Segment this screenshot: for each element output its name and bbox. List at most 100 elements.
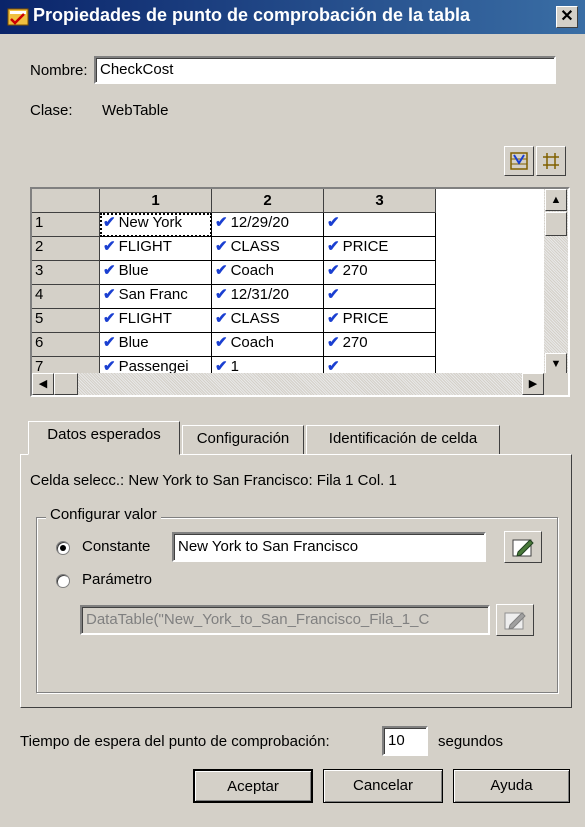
checkmark-icon[interactable]: ✔ — [103, 286, 116, 303]
table-cell[interactable]: ✔ — [324, 213, 436, 237]
close-button[interactable]: ✕ — [556, 6, 578, 28]
tab-datos-esperados[interactable]: Datos esperados — [28, 421, 180, 455]
checkmark-icon[interactable]: ✔ — [327, 286, 340, 303]
cell-value: 12/31/20 — [230, 286, 289, 303]
corner-header — [32, 189, 100, 213]
group-title: Configurar valor — [46, 506, 161, 523]
constante-radio[interactable] — [56, 541, 70, 555]
table-cell[interactable]: ✔ New York — [100, 213, 212, 237]
checkmark-icon[interactable]: ✔ — [327, 334, 340, 351]
scroll-down-button[interactable]: ▼ — [545, 353, 567, 375]
scroll-thumb-horizontal[interactable] — [54, 373, 78, 395]
constante-input[interactable]: New York to San Francisco — [172, 532, 486, 562]
clase-label: Clase: — [30, 102, 73, 119]
scroll-corner — [544, 373, 568, 395]
table-grid[interactable]: 1 2 3 1 ✔ New York ✔ 12/29/20 ✔ 2 ✔ FLIGHT ✔ CLASS… — [30, 187, 570, 397]
timeout-unit: segundos — [438, 733, 504, 750]
cell-value: FLIGHT — [118, 310, 172, 327]
column-header[interactable]: 2 — [212, 189, 324, 213]
cell-value: 12/29/20 — [230, 214, 289, 231]
nombre-label: Nombre: — [30, 62, 88, 79]
checkmark-icon[interactable]: ✔ — [103, 214, 116, 231]
cell-value: PRICE — [342, 310, 389, 327]
cell-value: CLASS — [230, 310, 280, 327]
cell-value: San Franc — [118, 286, 188, 303]
checkmark-icon[interactable]: ✔ — [215, 334, 228, 351]
timeout-label: Tiempo de espera del punto de comprobaci… — [20, 733, 330, 750]
checkmark-icon[interactable]: ✔ — [327, 238, 340, 255]
parametro-input: DataTable("New_York_to_San_Francisco_Fil… — [80, 605, 490, 635]
cell-value: Blue — [118, 334, 149, 351]
tab-identificacion-de-celda[interactable]: Identificación de celda — [306, 425, 500, 455]
column-header[interactable]: 1 — [100, 189, 212, 213]
table-cell[interactable]: ✔ Coach — [212, 261, 324, 285]
table-cell[interactable]: ✔ Blue — [100, 261, 212, 285]
checkmark-icon[interactable]: ✔ — [215, 310, 228, 327]
table-cell[interactable]: ✔ FLIGHT — [100, 309, 212, 333]
grid-button[interactable] — [536, 146, 566, 176]
parametro-radio[interactable] — [56, 574, 70, 588]
row-header[interactable]: 5 — [32, 309, 100, 333]
table-cell[interactable]: ✔ 270 — [324, 333, 436, 357]
cancelar-button[interactable]: Cancelar — [323, 769, 443, 803]
checkmark-icon[interactable]: ✔ — [103, 334, 116, 351]
table-cell[interactable]: ✔ San Franc — [100, 285, 212, 309]
table-cell[interactable]: ✔ Coach — [212, 333, 324, 357]
horizontal-scrollbar[interactable]: ◀ ▶ — [32, 373, 544, 395]
checkmark-icon[interactable]: ✔ — [103, 262, 116, 279]
checkmark-icon[interactable]: ✔ — [327, 214, 340, 231]
checkpoint-properties-icon — [7, 8, 29, 26]
nombre-input[interactable]: CheckCost — [94, 56, 556, 84]
tab-configuracion[interactable]: Configuración — [182, 425, 304, 455]
timeout-input[interactable]: 10 — [382, 726, 428, 756]
checkmark-icon[interactable]: ✔ — [327, 310, 340, 327]
cell-value: CLASS — [230, 238, 280, 255]
checkmark-icon[interactable]: ✔ — [327, 262, 340, 279]
table-cell[interactable]: ✔ CLASS — [212, 237, 324, 261]
cell-value: 270 — [342, 334, 368, 351]
parametro-label[interactable]: Parámetro — [82, 571, 152, 588]
table-cell[interactable]: ✔ 12/29/20 — [212, 213, 324, 237]
row-header[interactable]: 1 — [32, 213, 100, 237]
cell-value: PRICE — [342, 238, 389, 255]
table-cell[interactable]: ✔ 270 — [324, 261, 436, 285]
scroll-left-button[interactable]: ◀ — [32, 373, 54, 395]
cell-value: Coach — [230, 262, 274, 279]
row-header[interactable]: 6 — [32, 333, 100, 357]
table-cell[interactable]: ✔ FLIGHT — [100, 237, 212, 261]
constante-edit-button[interactable] — [504, 531, 542, 563]
table-cell[interactable]: ✔ PRICE — [324, 237, 436, 261]
edit-parameter-icon — [504, 612, 526, 630]
checkmark-icon[interactable]: ✔ — [215, 286, 228, 303]
cell-value: Blue — [118, 262, 149, 279]
aceptar-button[interactable]: Aceptar — [193, 769, 313, 803]
table-cell[interactable]: ✔ Blue — [100, 333, 212, 357]
cell-value: Coach — [230, 334, 274, 351]
table-cell[interactable]: ✔ PRICE — [324, 309, 436, 333]
row-header[interactable]: 2 — [32, 237, 100, 261]
checkmark-icon[interactable]: ✔ — [215, 262, 228, 279]
cell-value: FLIGHT — [118, 238, 172, 255]
table-cell[interactable]: ✔ 12/31/20 — [212, 285, 324, 309]
constante-label[interactable]: Constante — [82, 538, 150, 555]
grid-icon — [543, 153, 559, 169]
row-header[interactable]: 3 — [32, 261, 100, 285]
window-title: Propiedades de punto de comprobación de … — [33, 5, 471, 25]
scroll-right-button[interactable]: ▶ — [522, 373, 544, 395]
select-all-checks-button[interactable] — [504, 146, 534, 176]
checkmark-icon[interactable]: ✔ — [103, 238, 116, 255]
clase-value: WebTable — [102, 102, 169, 119]
selected-cell-text: Celda selecc.: New York to San Francisco… — [30, 472, 397, 489]
scroll-up-button[interactable]: ▲ — [545, 189, 567, 211]
ayuda-button[interactable]: Ayuda — [453, 769, 570, 803]
radio-selected-dot — [60, 545, 66, 551]
table-cell[interactable]: ✔ — [324, 285, 436, 309]
vertical-scrollbar[interactable]: ▲ ▼ — [544, 189, 568, 375]
row-header[interactable]: 4 — [32, 285, 100, 309]
table-cell[interactable]: ✔ CLASS — [212, 309, 324, 333]
checkmark-icon[interactable]: ✔ — [215, 238, 228, 255]
scroll-thumb[interactable] — [545, 212, 567, 236]
checkmark-icon[interactable]: ✔ — [215, 214, 228, 231]
checkmark-icon[interactable]: ✔ — [103, 310, 116, 327]
column-header[interactable]: 3 — [324, 189, 436, 213]
